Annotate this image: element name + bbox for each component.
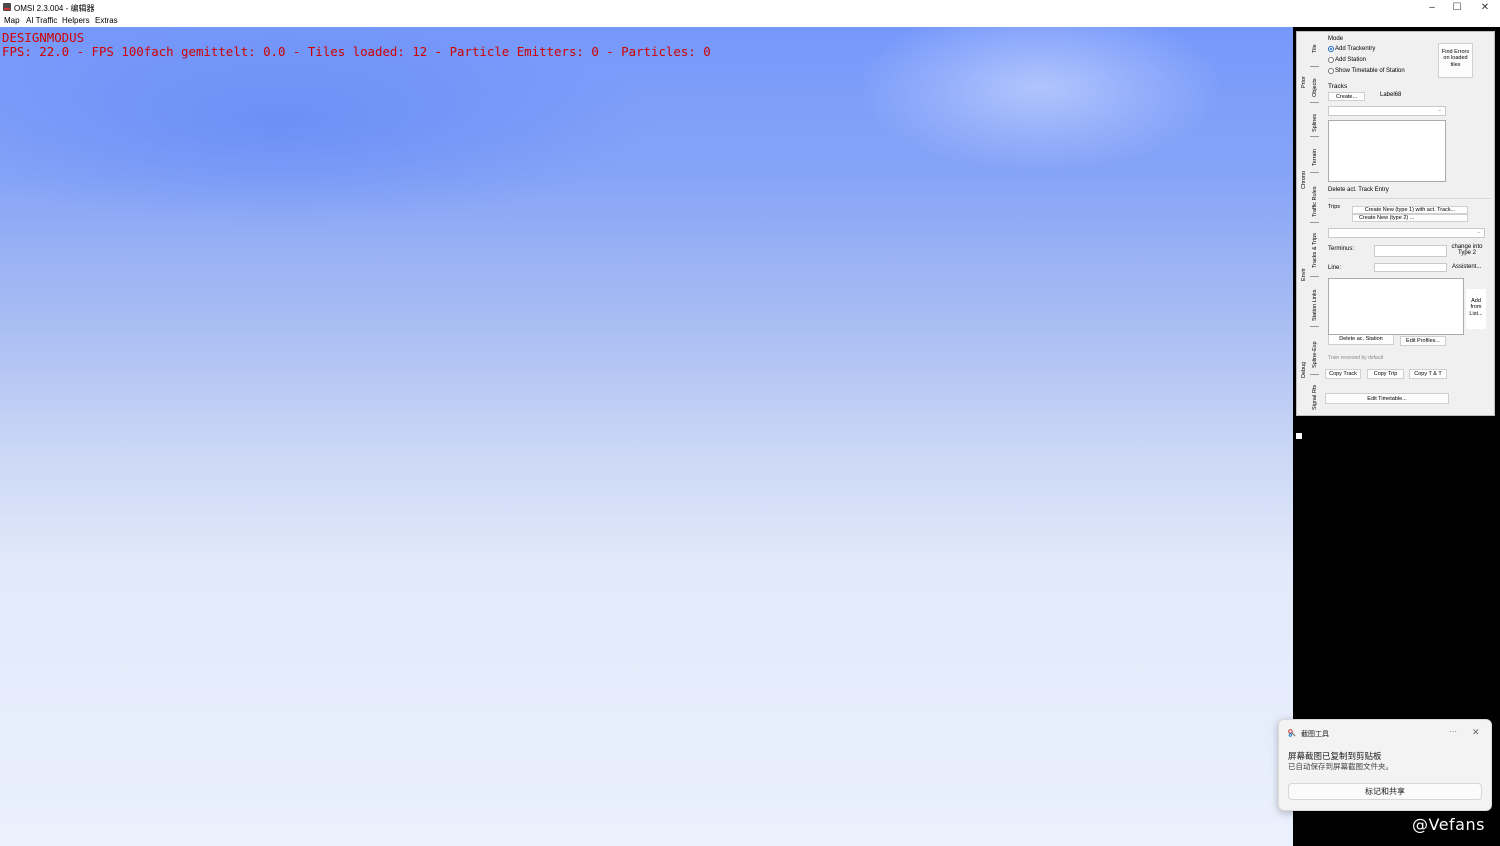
close-button[interactable]: ✕ xyxy=(1471,0,1499,15)
menu-extras[interactable]: Extras xyxy=(95,16,118,25)
tab-separator xyxy=(1310,136,1319,137)
chevron-down-icon: ⌄ xyxy=(1476,229,1481,235)
menu-map[interactable]: Map xyxy=(4,16,20,25)
copy-track-button[interactable]: Copy Track xyxy=(1325,369,1361,379)
copy-trip-button[interactable]: Copy Trip xyxy=(1367,369,1404,379)
tab-terrain[interactable]: Terrain xyxy=(1312,149,1318,166)
tab-station-links[interactable]: Station Links xyxy=(1312,290,1318,322)
fps-stats-label: FPS: 22.0 - FPS 100fach gemittelt: 0.0 -… xyxy=(2,44,711,59)
radio-label-add-trackentry: Add Trackentry xyxy=(1335,46,1376,52)
copy-tt-button[interactable]: Copy T & T xyxy=(1409,369,1447,379)
tab-spline-exp[interactable]: Spline-Exp xyxy=(1312,341,1318,368)
create-new-type2-button[interactable]: Create New (type 2) ... xyxy=(1352,214,1468,222)
close-icon[interactable]: ✕ xyxy=(1472,727,1480,738)
tab-envir[interactable]: Envir xyxy=(1301,268,1307,281)
delete-station-button[interactable]: Delete ac. Station xyxy=(1328,335,1394,345)
tab-splines[interactable]: Splines xyxy=(1312,114,1318,132)
terminus-input[interactable] xyxy=(1374,245,1447,257)
watermark: @Vefans xyxy=(1412,815,1485,834)
tab-separator xyxy=(1310,326,1319,327)
tracks-trips-content: Mode Add Trackentry Add Station Show Tim… xyxy=(1325,32,1494,415)
edit-profiles-button[interactable]: Edit Profiles... xyxy=(1400,336,1446,346)
title-bar: OMSI 2.3.004 - 编辑器 – ☐ ✕ xyxy=(0,0,1500,15)
mode-label: Mode xyxy=(1328,36,1344,42)
menu-bar: Map AI Traffic Helpers Extras xyxy=(0,15,1500,27)
stations-list[interactable] xyxy=(1328,278,1464,335)
menu-ai-traffic[interactable]: AI Traffic xyxy=(26,16,57,25)
design-mode-label: DESIGNMODUS xyxy=(2,30,85,45)
tab-separator xyxy=(1310,222,1319,223)
create-track-button[interactable]: Create... xyxy=(1328,92,1365,101)
line-label: Line: xyxy=(1328,265,1342,271)
more-options-icon[interactable]: ··· xyxy=(1449,727,1457,736)
delete-track-entry-button[interactable]: Delete act. Track Entry xyxy=(1328,187,1389,193)
assistent-button[interactable]: Assistent... xyxy=(1452,264,1481,270)
tab-signal-rts[interactable]: Signal Rts xyxy=(1312,385,1318,410)
tab-separator xyxy=(1310,276,1319,277)
minimize-button[interactable]: – xyxy=(1418,0,1446,15)
window-title: OMSI 2.3.004 - 编辑器 xyxy=(14,4,95,13)
line-input[interactable] xyxy=(1374,263,1447,272)
change-into-type2-button[interactable]: change into Type 2 xyxy=(1450,244,1484,256)
tab-traffic-rules[interactable]: Traffic Rules xyxy=(1312,186,1318,217)
chevron-down-icon: ⌄ xyxy=(1437,107,1442,113)
tab-separator xyxy=(1310,102,1319,103)
app-icon xyxy=(3,3,11,11)
radio-add-trackentry[interactable] xyxy=(1328,46,1334,52)
tab-separator xyxy=(1310,66,1319,67)
toast-body: 已自动保存到屏幕截图文件夹。 xyxy=(1288,762,1393,771)
radio-add-station[interactable] xyxy=(1328,57,1334,63)
tab-tracks-trips[interactable]: Tracks & Trips xyxy=(1312,233,1318,268)
tab-separator xyxy=(1310,374,1319,375)
tab-objects[interactable]: Objects xyxy=(1312,78,1318,97)
track-entries-list[interactable] xyxy=(1328,120,1446,182)
snipping-tool-icon xyxy=(1288,729,1296,737)
find-errors-button[interactable]: Find Errors on loaded tiles xyxy=(1438,43,1473,78)
tab-prior[interactable]: Prior xyxy=(1301,76,1307,88)
mark-and-share-button[interactable]: 标记和共享 xyxy=(1288,783,1482,800)
terminus-label: Terminus: xyxy=(1328,246,1355,252)
tab-debug[interactable]: Debug xyxy=(1301,362,1307,378)
edit-timetable-button[interactable]: Edit Timetable... xyxy=(1325,393,1449,404)
separator xyxy=(1328,198,1491,199)
create-new-type1-button[interactable]: Create New (type 1) with act. Track... xyxy=(1352,206,1468,214)
radio-label-add-station: Add Station xyxy=(1335,57,1367,63)
small-square xyxy=(1296,433,1302,439)
3d-viewport[interactable]: DESIGNMODUS FPS: 22.0 - FPS 100fach gemi… xyxy=(0,27,1293,846)
tracks-combo[interactable]: ⌄ xyxy=(1328,106,1446,116)
tracks-label: Tracks xyxy=(1328,83,1348,90)
train-reversed-checkbox[interactable]: Train reversed by default xyxy=(1328,355,1383,361)
radio-show-timetable[interactable] xyxy=(1328,68,1334,74)
screenshot-toast[interactable]: 截图工具 ··· ✕ 屏幕截图已复制到剪贴板 已自动保存到屏幕截图文件夹。 标记… xyxy=(1278,719,1492,811)
trips-label: Trips xyxy=(1328,204,1341,210)
tab-separator xyxy=(1310,172,1319,173)
tab-chrono[interactable]: Chrono xyxy=(1301,171,1307,189)
tab-tile[interactable]: Tile xyxy=(1312,44,1318,53)
toast-app-name: 截图工具 xyxy=(1301,731,1329,738)
label68: Label68 xyxy=(1380,92,1402,98)
editor-panel: Tile Objects Splines Terrain Traffic Rul… xyxy=(1296,31,1495,416)
menu-helpers[interactable]: Helpers xyxy=(62,16,90,25)
add-from-list-button[interactable]: Add from List... xyxy=(1466,289,1486,329)
radio-label-show-timetable: Show Timetable of Station xyxy=(1335,68,1405,74)
maximize-button[interactable]: ☐ xyxy=(1443,0,1471,15)
vertical-tab-strip: Tile Objects Splines Terrain Traffic Rul… xyxy=(1297,32,1323,415)
trips-combo[interactable]: ⌄ xyxy=(1328,228,1485,238)
